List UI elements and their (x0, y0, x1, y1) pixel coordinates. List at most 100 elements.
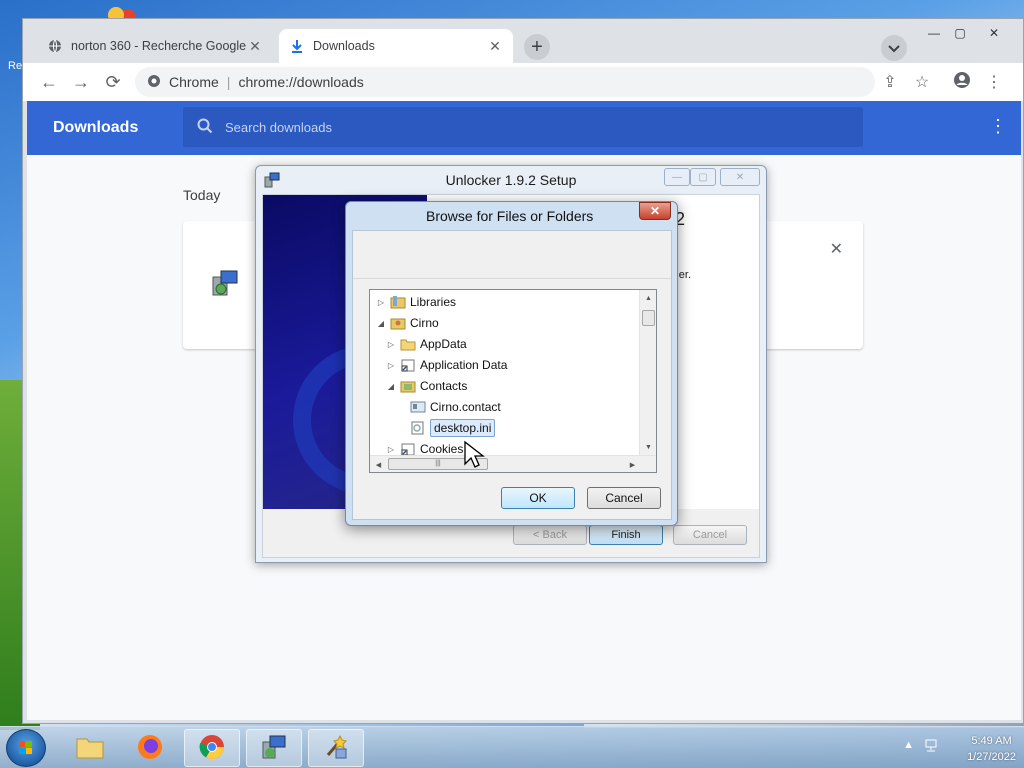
more-vert-icon[interactable]: ⋮ (989, 117, 1007, 135)
tree-item-label: Cirno.contact (430, 400, 501, 414)
collapse-arrow-icon[interactable]: ◢ (376, 319, 386, 328)
user-folder-icon (390, 316, 406, 330)
tree-item-cirno[interactable]: ◢ Cirno (376, 313, 439, 333)
taskbar-wizard-app[interactable] (308, 729, 364, 767)
tree-item-label: AppData (420, 337, 467, 351)
close-window-button[interactable]: ✕ (979, 23, 1009, 43)
horizontal-scrollbar[interactable]: ◀ ||| ▶ (370, 455, 656, 472)
scroll-thumb[interactable] (642, 310, 655, 326)
address-bar[interactable]: Chrome | chrome://downloads (135, 67, 875, 97)
clock-time: 5:49 AM (971, 735, 1012, 747)
reload-button[interactable]: ⟳ (97, 66, 129, 98)
installer-file-icon[interactable] (209, 267, 241, 299)
taskbar-chrome[interactable] (184, 729, 240, 767)
tree-item-label: Cirno (410, 316, 439, 330)
start-button[interactable] (6, 729, 46, 767)
vertical-scrollbar[interactable]: ▲ ▼ (639, 290, 656, 456)
expand-arrow-icon[interactable]: ▷ (376, 298, 386, 307)
back-button[interactable]: ← (33, 66, 65, 98)
toolbar: ← → ⟳ Chrome | chrome://downloads ⇪ ☆ ⋮ (23, 63, 1023, 101)
search-downloads-input[interactable]: Search downloads (183, 107, 863, 147)
minimize-button[interactable]: — (664, 168, 690, 186)
bookmark-button[interactable]: ☆ (907, 67, 937, 97)
downloads-header: Downloads Search downloads ⋮ (27, 101, 1021, 155)
maximize-button[interactable]: ▢ (690, 168, 716, 186)
tab-downloads[interactable]: Downloads ✕ (279, 29, 513, 63)
tree-item-label: Cookies (420, 442, 464, 456)
expand-arrow-icon[interactable]: ▷ (386, 445, 396, 454)
back-button[interactable]: < Back (513, 525, 587, 545)
windows-logo-icon (7, 741, 45, 768)
chevron-down-icon (888, 41, 900, 56)
profile-button[interactable] (947, 67, 977, 97)
browse-files-dialog: Browse for Files or Folders ✕ ▷ Librarie… (345, 201, 678, 526)
remove-download-icon[interactable]: ✕ (830, 239, 843, 259)
separator: | (226, 74, 231, 90)
wizard-icon (322, 733, 350, 764)
collapse-arrow-icon[interactable]: ◢ (386, 382, 396, 391)
dialog-title: Browse for Files or Folders (426, 208, 594, 224)
expand-arrow-icon[interactable]: ▷ (386, 361, 396, 370)
installer-app-icon (260, 733, 288, 764)
tree-item-contacts[interactable]: ◢ Contacts (386, 376, 467, 396)
libraries-icon (390, 295, 406, 309)
network-icon[interactable] (924, 739, 940, 756)
chrome-icon (198, 733, 226, 764)
folder-icon (400, 337, 416, 351)
scroll-up-icon[interactable]: ▲ (640, 290, 656, 307)
tree-item-appdata[interactable]: ▷ AppData (386, 334, 467, 354)
close-tab-icon[interactable]: ✕ (247, 38, 263, 55)
arrow-right-icon: → (72, 71, 90, 92)
scroll-left-icon[interactable]: ◀ (370, 456, 387, 472)
tree-item-libraries[interactable]: ▷ Libraries (376, 292, 456, 312)
desktop-icon-label[interactable]: Re (8, 60, 22, 72)
scroll-right-icon[interactable]: ▶ (624, 456, 641, 472)
star-icon: ☆ (914, 74, 930, 91)
url-text: chrome://downloads (238, 74, 364, 90)
site-label: Chrome (169, 74, 219, 90)
ok-button[interactable]: OK (501, 487, 575, 509)
maximize-button[interactable]: ▢ (945, 23, 975, 43)
browse-dialog-body: ▷ Libraries ◢ Cirno ▷ AppData ▷ Applicat… (352, 230, 672, 520)
chrome-site-icon (147, 74, 161, 91)
firefox-icon (136, 733, 164, 764)
forward-button[interactable]: → (65, 66, 97, 98)
expand-arrow-icon[interactable]: ▷ (386, 340, 396, 349)
date-section-label: Today (183, 187, 221, 203)
taskbar-explorer[interactable] (62, 729, 118, 767)
avatar-icon (953, 71, 971, 94)
tree-item-desktop-ini[interactable]: desktop.ini (396, 418, 496, 438)
search-icon (197, 118, 213, 137)
close-tab-icon[interactable]: ✕ (487, 38, 503, 55)
show-hidden-icons-button[interactable]: ▲ (903, 739, 914, 756)
ini-file-icon (410, 421, 426, 435)
taskbar-firefox[interactable] (122, 729, 178, 767)
contact-file-icon (410, 400, 426, 414)
chrome-menu-button[interactable]: ⋮ (979, 67, 1009, 97)
page-title: Downloads (53, 119, 139, 136)
tree-item-label: Application Data (420, 358, 508, 372)
tree-item-label: Libraries (410, 295, 457, 309)
tab-search-button[interactable] (881, 35, 907, 61)
tree-item-cirno-contact[interactable]: Cirno.contact (396, 397, 501, 417)
scroll-down-icon[interactable]: ▼ (640, 439, 656, 456)
folder-tree[interactable]: ▷ Libraries ◢ Cirno ▷ AppData ▷ Applicat… (369, 289, 657, 473)
download-icon (289, 38, 305, 54)
share-icon: ⇪ (883, 74, 897, 91)
cancel-button[interactable]: Cancel (587, 487, 661, 509)
new-tab-button[interactable]: + (524, 34, 550, 60)
tab-norton-search[interactable]: norton 360 - Recherche Google ✕ (37, 29, 273, 63)
tree-item-application-data[interactable]: ▷ Application Data (386, 355, 507, 375)
share-button[interactable]: ⇪ (875, 67, 905, 97)
cancel-button[interactable]: Cancel (673, 525, 747, 545)
clock[interactable]: 5:49 AM 1/27/2022 (967, 733, 1016, 765)
close-dialog-button[interactable]: ✕ (720, 168, 760, 186)
taskbar-unlocker-setup[interactable] (246, 729, 302, 767)
finish-button[interactable]: Finish (589, 525, 663, 545)
wizard-text-fragment: er. (678, 269, 691, 281)
shortcut-folder-icon (400, 442, 416, 456)
contacts-folder-icon (400, 379, 416, 393)
dialog-description-area (353, 231, 671, 279)
close-dialog-button[interactable]: ✕ (639, 202, 671, 220)
more-vert-icon: ⋮ (986, 74, 1002, 91)
